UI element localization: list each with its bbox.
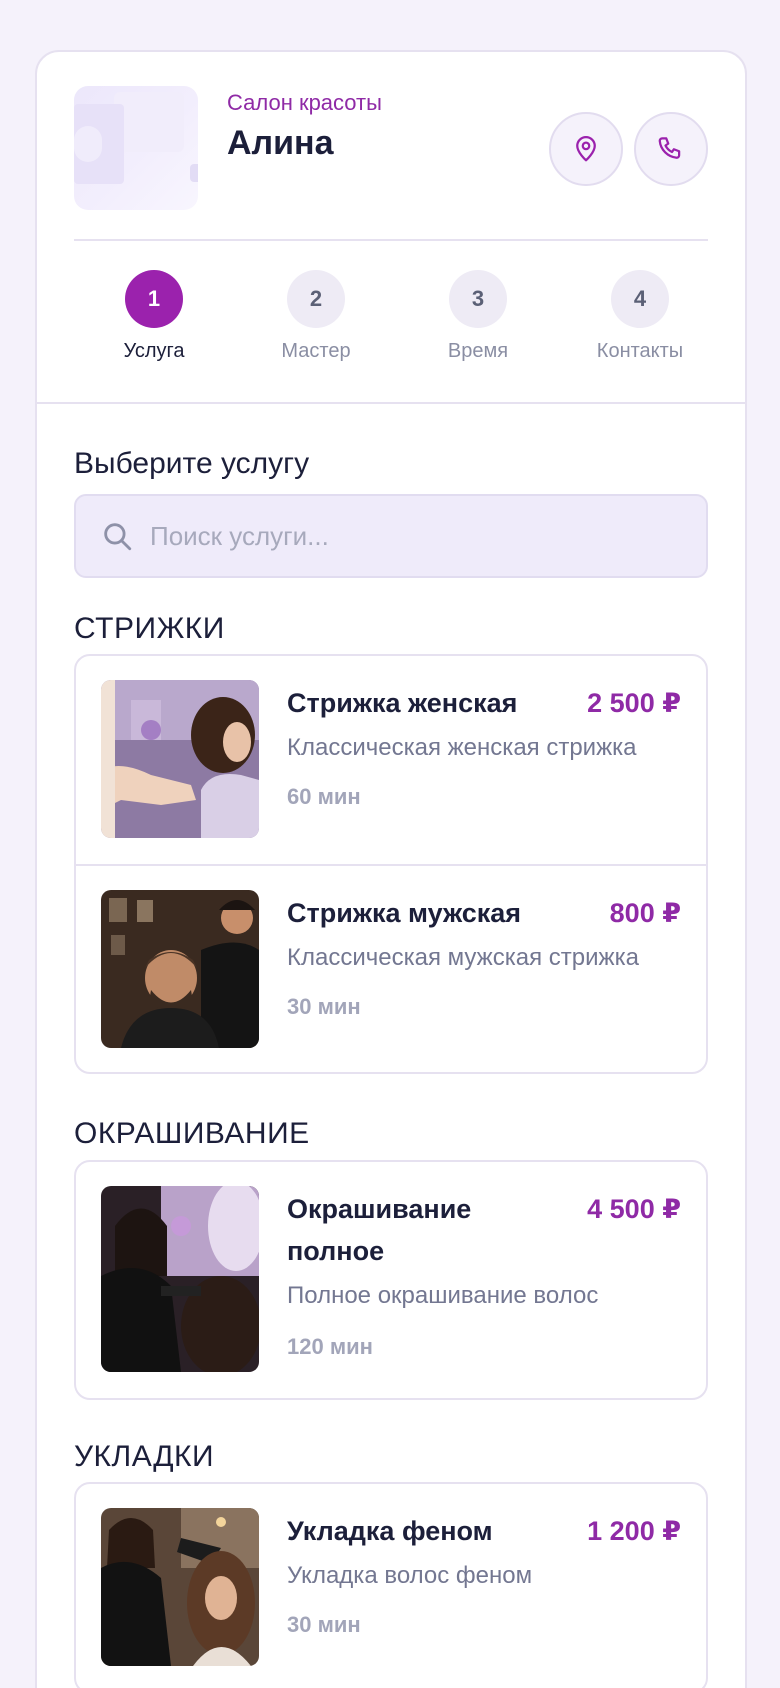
map-pin-icon — [576, 136, 596, 162]
service-price: 800 ₽ — [609, 898, 681, 928]
phone-icon — [658, 137, 681, 159]
service-price: 4 500 ₽ — [587, 1194, 681, 1224]
service-group: Укладка феном 1 200 ₽ Укладка волос фено… — [74, 1482, 708, 1688]
step-time[interactable]: 3 Время — [398, 270, 558, 363]
service-description: Классическая мужская стрижка — [287, 944, 639, 971]
service-item[interactable]: Стрижка мужская 800 ₽ Классическая мужск… — [76, 864, 706, 1072]
step-label: Контакты — [596, 340, 684, 362]
service-photo — [101, 680, 259, 838]
search-box[interactable] — [74, 494, 708, 578]
service-description: Укладка волос феном — [287, 1562, 533, 1589]
category-title: ОКРАШИВАНИЕ — [74, 1117, 310, 1150]
service-name: Стрижка мужская — [287, 898, 522, 928]
service-duration: 30 мин — [287, 994, 361, 1019]
salon-subtitle: Салон красоты — [227, 90, 382, 115]
service-description: Полное окрашивание волос — [287, 1282, 599, 1309]
booking-steps: 1 Услуга 2 Мастер 3 Время 4 Контакты — [74, 270, 714, 380]
phone-button[interactable] — [634, 112, 708, 186]
category-title: УКЛАДКИ — [74, 1440, 215, 1473]
service-group: Окрашивание полное 4 500 ₽ Полное окраши… — [74, 1160, 708, 1400]
search-icon — [104, 523, 132, 551]
search-input[interactable] — [150, 520, 670, 552]
salon-name: Алина — [227, 124, 334, 162]
category-title: СТРИЖКИ — [74, 612, 225, 645]
step-label: Мастер — [281, 340, 351, 362]
service-name: Укладка феном — [287, 1516, 493, 1546]
service-group: Стрижка женская 2 500 ₽ Классическая жен… — [74, 654, 708, 1074]
service-description: Классическая женская стрижка — [287, 734, 637, 761]
service-photo — [101, 1508, 259, 1666]
step-service[interactable]: 1 Услуга — [74, 270, 234, 363]
salon-logo — [74, 86, 198, 210]
step-label: Услуга — [123, 340, 185, 362]
service-duration: 60 мин — [287, 784, 361, 809]
location-button[interactable] — [549, 112, 623, 186]
service-name: Окрашивание полное — [287, 1194, 472, 1266]
service-photo — [101, 890, 259, 1048]
service-item[interactable]: Стрижка женская 2 500 ₽ Классическая жен… — [76, 656, 706, 864]
step-master[interactable]: 2 Мастер — [236, 270, 396, 363]
service-item[interactable]: Укладка феном 1 200 ₽ Укладка волос фено… — [76, 1484, 706, 1688]
step-number: 3 — [449, 270, 507, 328]
service-photo — [101, 1186, 259, 1372]
service-price: 2 500 ₽ — [587, 688, 681, 718]
service-item[interactable]: Окрашивание полное 4 500 ₽ Полное окраши… — [76, 1162, 706, 1398]
step-number: 2 — [287, 270, 345, 328]
booking-card: Салон красоты Алина 1 Услуга 2 Мастер 3 … — [35, 50, 747, 1688]
step-contacts[interactable]: 4 Контакты — [560, 270, 720, 363]
step-number: 4 — [611, 270, 669, 328]
service-duration: 30 мин — [287, 1612, 361, 1637]
salon-header: Салон красоты Алина 1 Услуга 2 Мастер 3 … — [37, 52, 745, 404]
step-number: 1 — [125, 270, 183, 328]
step-label: Время — [447, 340, 509, 362]
page-title: Выберите услугу — [74, 447, 310, 480]
service-name: Стрижка женская — [287, 688, 518, 718]
service-duration: 120 мин — [287, 1334, 373, 1359]
header-divider — [74, 239, 708, 241]
service-price: 1 200 ₽ — [587, 1516, 681, 1546]
